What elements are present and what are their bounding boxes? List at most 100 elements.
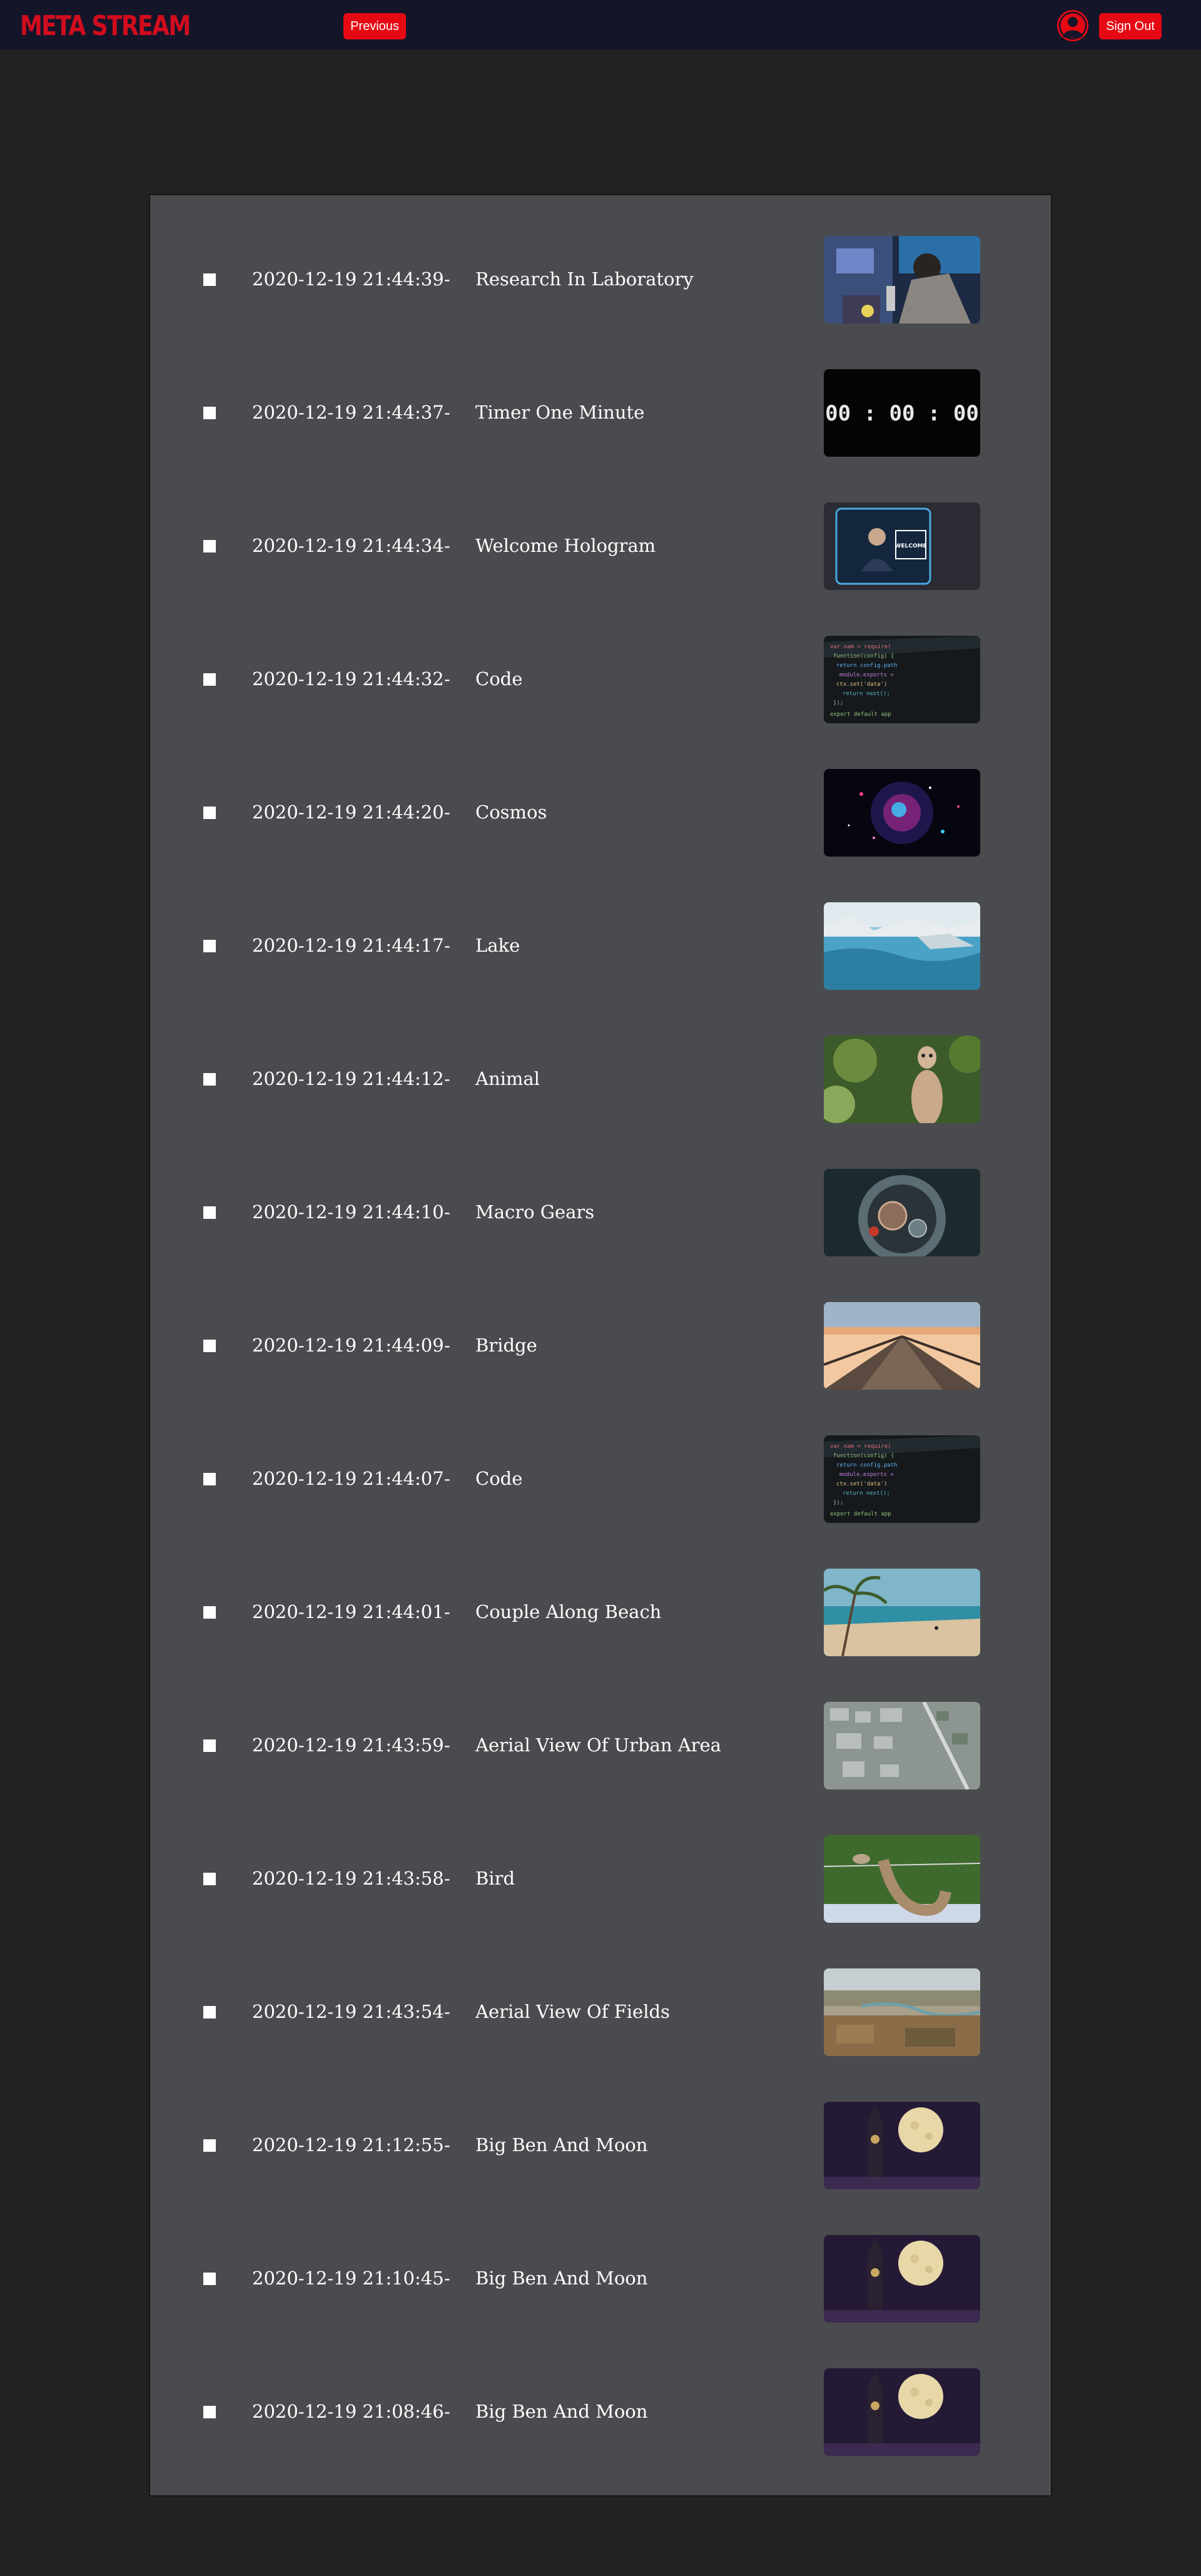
select-checkbox[interactable]: [203, 273, 216, 286]
video-thumbnail[interactable]: [824, 1835, 980, 1923]
list-item: 2020-12-19 21:44:32- Code var nam = requir…: [150, 636, 1051, 769]
video-title[interactable]: Couple Along Beach: [475, 1601, 661, 1622]
list-item: 2020-12-19 21:43:54- Aerial View Of Field…: [150, 1968, 1051, 2102]
video-title[interactable]: Aerial View Of Fields: [475, 2001, 670, 2022]
select-checkbox[interactable]: [203, 1739, 216, 1752]
video-thumbnail[interactable]: [824, 1302, 980, 1390]
select-checkbox[interactable]: [203, 1340, 216, 1352]
video-title[interactable]: Animal: [475, 1068, 540, 1089]
select-checkbox[interactable]: [203, 407, 216, 419]
watched-timestamp: 2020-12-19 21:43:59: [252, 1734, 444, 1756]
video-thumbnail[interactable]: [824, 1968, 980, 2056]
video-title[interactable]: Code: [475, 668, 522, 690]
video-thumbnail[interactable]: [824, 1569, 980, 1656]
video-title[interactable]: Aerial View Of Urban Area: [475, 1734, 721, 1756]
select-checkbox[interactable]: [203, 1873, 216, 1885]
select-checkbox[interactable]: [203, 540, 216, 552]
video-title[interactable]: Big Ben And Moon: [475, 2401, 647, 2422]
list-item: 2020-12-19 21:44:37- Timer One Minute 00 :…: [150, 369, 1051, 502]
select-checkbox[interactable]: [203, 673, 216, 686]
video-thumbnail[interactable]: WELCOME: [824, 502, 980, 590]
svg-text:export default app: export default app: [830, 1511, 891, 1517]
sign-out-button[interactable]: Sign Out: [1099, 13, 1162, 39]
user-circle-icon[interactable]: [1057, 10, 1088, 41]
watched-timestamp: 2020-12-19 21:44:07: [252, 1468, 444, 1489]
svg-text:export default app: export default app: [830, 711, 891, 718]
video-title[interactable]: Lake: [475, 935, 520, 956]
video-thumbnail[interactable]: var nam = require( function(config) { retu…: [824, 1435, 980, 1523]
select-checkbox[interactable]: [203, 2139, 216, 2152]
separator: -: [444, 268, 450, 290]
separator: -: [444, 935, 450, 956]
video-thumbnail[interactable]: [824, 236, 980, 323]
separator: -: [444, 1335, 450, 1356]
select-checkbox[interactable]: [203, 2006, 216, 2019]
select-checkbox[interactable]: [203, 2273, 216, 2285]
svg-text:00 : 00 : 00: 00 : 00 : 00: [825, 401, 979, 426]
list-item: 2020-12-19 21:44:09- Bridge: [150, 1302, 1051, 1435]
video-title[interactable]: Research In Laboratory: [475, 268, 694, 290]
video-title[interactable]: Welcome Hologram: [475, 535, 656, 556]
video-title[interactable]: Bird: [475, 1868, 515, 1889]
list-item: 2020-12-19 21:12:55- Big Ben And Moon: [150, 2102, 1051, 2235]
separator: -: [444, 1068, 450, 1089]
video-title[interactable]: Bridge: [475, 1335, 537, 1356]
video-thumbnail[interactable]: [824, 902, 980, 990]
video-thumbnail[interactable]: [824, 2368, 980, 2456]
separator: -: [444, 535, 450, 556]
list-item: 2020-12-19 21:44:34- Welcome Hologram WELC…: [150, 502, 1051, 636]
video-thumbnail[interactable]: var nam = require(function(config) {retu…: [824, 636, 980, 723]
select-checkbox[interactable]: [203, 1073, 216, 1086]
video-thumbnail[interactable]: 00 : 00 : 00: [824, 369, 980, 457]
select-checkbox[interactable]: [203, 807, 216, 819]
watched-timestamp: 2020-12-19 21:44:17: [252, 935, 444, 956]
watched-timestamp: 2020-12-19 21:44:34: [252, 535, 444, 556]
svg-text:return next();: return next();: [843, 691, 890, 697]
list-item: 2020-12-19 21:08:46- Big Ben And Moon: [150, 2368, 1051, 2502]
watched-timestamp: 2020-12-19 21:10:45: [252, 2268, 444, 2289]
video-title[interactable]: Macro Gears: [475, 1201, 594, 1223]
previous-button[interactable]: Previous: [343, 13, 406, 39]
list-item: 2020-12-19 21:43:59- Aerial View Of Urban…: [150, 1702, 1051, 1835]
video-thumbnail[interactable]: [824, 2235, 980, 2323]
svg-text:function(config) {: function(config) {: [833, 653, 894, 659]
list-item: 2020-12-19 21:44:01- Couple Along Beach: [150, 1569, 1051, 1702]
watched-timestamp: 2020-12-19 21:44:10: [252, 1201, 444, 1223]
select-checkbox[interactable]: [203, 1606, 216, 1619]
video-thumbnail[interactable]: [824, 2102, 980, 2189]
brand-logo[interactable]: META STREAM: [20, 8, 191, 45]
list-item: 2020-12-19 21:44:12- Animal: [150, 1036, 1051, 1169]
select-checkbox[interactable]: [203, 1473, 216, 1485]
watched-timestamp: 2020-12-19 21:44:20: [252, 802, 444, 823]
svg-text:WELCOME: WELCOME: [894, 543, 926, 549]
svg-text:return config.path: return config.path: [836, 1462, 898, 1469]
list-item: 2020-12-19 21:44:10- Macro Gears: [150, 1169, 1051, 1302]
video-thumbnail[interactable]: [824, 1036, 980, 1123]
video-title[interactable]: Timer One Minute: [475, 402, 644, 423]
video-title[interactable]: Code: [475, 1468, 522, 1489]
select-checkbox[interactable]: [203, 1206, 216, 1219]
svg-text:function(config) {: function(config) {: [833, 1453, 894, 1459]
separator: -: [444, 2401, 450, 2422]
svg-text:ctx.set('data'): ctx.set('data'): [836, 1481, 887, 1487]
separator: -: [444, 402, 450, 423]
video-thumbnail[interactable]: [824, 1702, 980, 1789]
video-thumbnail[interactable]: [824, 1169, 980, 1256]
video-title[interactable]: Big Ben And Moon: [475, 2268, 647, 2289]
separator: -: [444, 1734, 450, 1756]
watched-timestamp: 2020-12-19 21:44:39: [252, 268, 444, 290]
select-checkbox[interactable]: [203, 940, 216, 952]
separator: -: [444, 1468, 450, 1489]
select-checkbox[interactable]: [203, 2406, 216, 2418]
video-title[interactable]: Cosmos: [475, 802, 547, 823]
watched-timestamp: 2020-12-19 21:44:09: [252, 1335, 444, 1356]
video-title[interactable]: Big Ben And Moon: [475, 2134, 647, 2156]
video-thumbnail[interactable]: [824, 769, 980, 857]
separator: -: [444, 2134, 450, 2156]
watched-timestamp: 2020-12-19 21:44:37: [252, 402, 444, 423]
svg-text:return next();: return next();: [843, 1490, 890, 1497]
list-item: 2020-12-19 21:43:58- Bird: [150, 1835, 1051, 1968]
svg-text:var nam = require(: var nam = require(: [830, 1443, 891, 1450]
separator: -: [444, 668, 450, 690]
watched-timestamp: 2020-12-19 21:12:55: [252, 2134, 444, 2156]
